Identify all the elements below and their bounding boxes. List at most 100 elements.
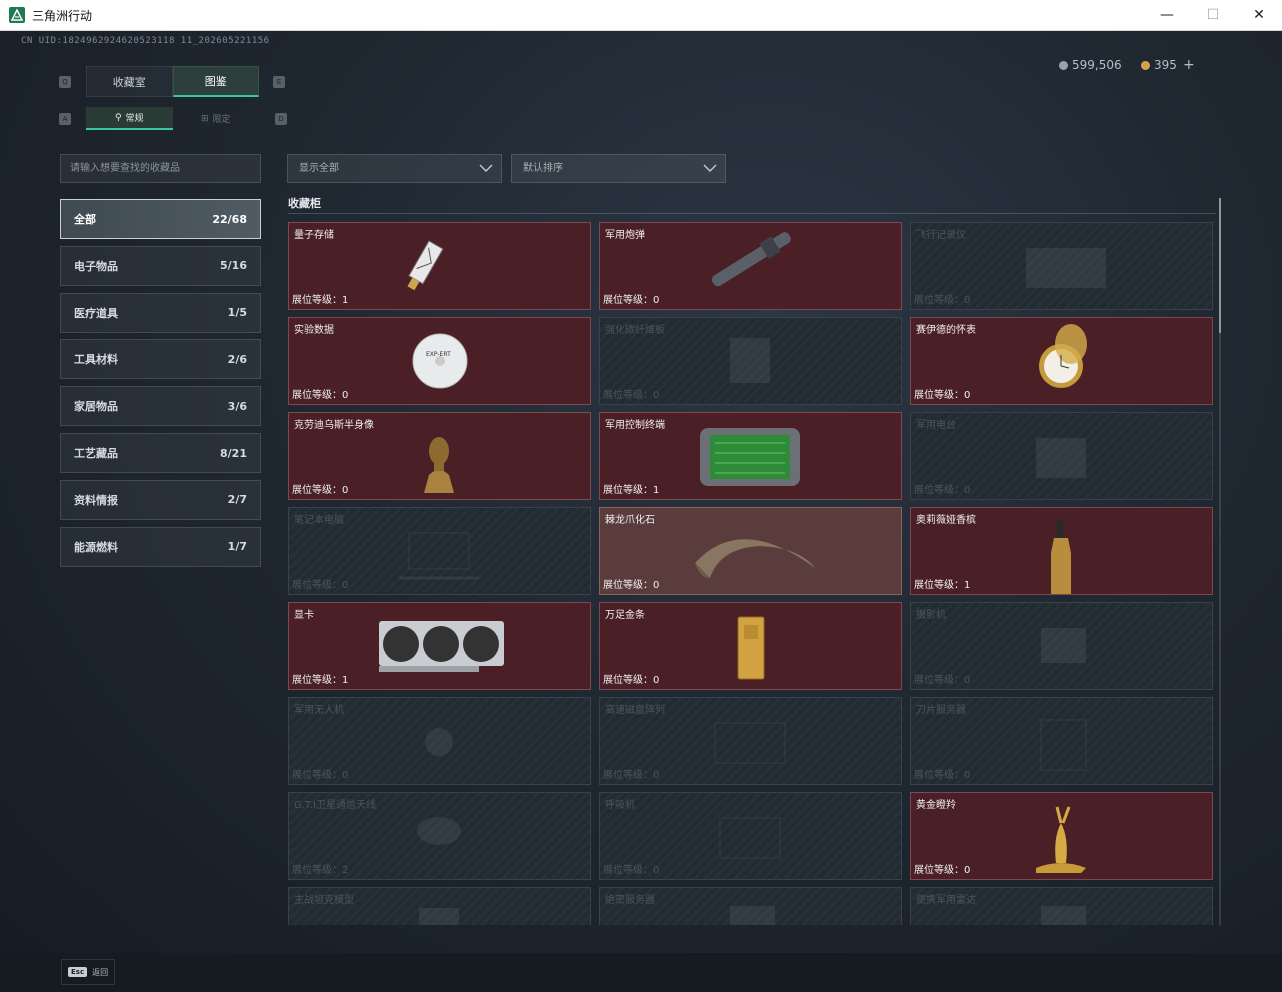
- close-button[interactable]: ✕: [1236, 0, 1282, 30]
- category-item[interactable]: 全部 22/68: [60, 199, 261, 239]
- item-name: 主战坦克模型: [294, 895, 354, 906]
- item-name: 万足金条: [605, 610, 645, 621]
- collection-card[interactable]: EXP-ERT 实验数据 展位等级：0: [288, 317, 591, 405]
- item-name: 飞行记录仪: [916, 230, 966, 241]
- collection-card[interactable]: 主战坦克模型: [288, 887, 591, 925]
- collection-card[interactable]: 军用炮弹展位等级：0: [599, 222, 902, 310]
- tab-collection-room[interactable]: 收藏室: [86, 66, 173, 97]
- collection-card[interactable]: 棘龙爪化石 展位等级：0: [599, 507, 902, 595]
- maximize-button[interactable]: ☐: [1190, 0, 1236, 30]
- category-label: 全部: [74, 213, 96, 226]
- item-level: 展位等级：0: [914, 390, 971, 401]
- category-count: 5/16: [220, 259, 247, 273]
- category-item[interactable]: 工具材料 2/6: [60, 339, 261, 380]
- category-count: 1/7: [227, 540, 247, 554]
- limited-icon: ⊞: [200, 113, 209, 124]
- category-count: 2/7: [227, 493, 247, 507]
- collection-card[interactable]: 万足金条 展位等级：0: [599, 602, 902, 690]
- sort-dropdown[interactable]: 默认排序: [511, 154, 726, 183]
- collection-card[interactable]: 军用电台 展位等级：0: [910, 412, 1213, 500]
- collection-card[interactable]: 飞行记录仪 展位等级：0: [910, 222, 1213, 310]
- collection-card[interactable]: 克劳迪乌斯半身像 展位等级：0: [288, 412, 591, 500]
- collection-card[interactable]: 显卡 展位等级：1: [288, 602, 591, 690]
- item-level: 展位等级：1: [914, 580, 971, 591]
- item-name: 量子存储: [294, 230, 334, 241]
- collection-card[interactable]: 绝密服务器: [599, 887, 902, 925]
- collection-card[interactable]: 高速磁盘阵列 展位等级：0: [599, 697, 902, 785]
- item-name: 军用无人机: [294, 705, 344, 716]
- collection-card[interactable]: 赛伊德的怀表 展位等级：0: [910, 317, 1213, 405]
- category-label: 电子物品: [74, 259, 118, 273]
- sub-tabs: ⚲ 常规 ⊞ 限定: [86, 107, 259, 130]
- scrollbar-thumb[interactable]: [1219, 198, 1221, 333]
- subtab-regular[interactable]: ⚲ 常规: [86, 107, 173, 130]
- currency-gold-value: 395: [1154, 58, 1177, 72]
- category-item[interactable]: 电子物品 5/16: [60, 245, 261, 286]
- item-name: 赛伊德的怀表: [916, 325, 976, 336]
- bottom-bar: [0, 953, 1282, 992]
- item-level: 展位等级：2: [292, 865, 349, 876]
- item-name: 便携军用雷达: [916, 895, 976, 906]
- item-level: 展位等级：0: [914, 485, 971, 496]
- category-item[interactable]: 医疗道具 1/5: [60, 292, 261, 333]
- item-name: 克劳迪乌斯半身像: [294, 420, 374, 431]
- collection-card[interactable]: 呼吸机展位等级：0: [599, 792, 902, 880]
- window-title: 三角洲行动: [32, 9, 93, 23]
- collection-card[interactable]: 黄金瞪羚 展位等级：0: [910, 792, 1213, 880]
- app-logo-icon: [9, 7, 25, 23]
- search-input[interactable]: 请输入想要查找的收藏品: [60, 154, 261, 183]
- item-name: G.T.I卫星通信天线: [294, 800, 376, 811]
- collection-card[interactable]: 军用控制终端 展位等级：1: [599, 412, 902, 500]
- collection-card[interactable]: 军用无人机 展位等级：0: [288, 697, 591, 785]
- item-level: 展位等级：0: [914, 675, 971, 686]
- item-name: 军用炮弹: [605, 230, 645, 241]
- item-name: 显卡: [294, 610, 314, 621]
- item-name: 实验数据: [294, 325, 334, 336]
- category-count: 8/21: [220, 446, 247, 460]
- subtab-limited[interactable]: ⊞ 限定: [173, 107, 260, 130]
- collection-card[interactable]: 量子存储 展位等级：1: [288, 222, 591, 310]
- collection-card[interactable]: 刀片服务器 展位等级：0: [910, 697, 1213, 785]
- item-level: 展位等级：0: [603, 295, 660, 306]
- collection-card[interactable]: 强化碳纤维板 展位等级：0: [599, 317, 902, 405]
- category-count: 3/6: [227, 399, 247, 413]
- item-name: 高速磁盘阵列: [605, 705, 665, 716]
- chevron-down-icon: [479, 164, 493, 172]
- item-name: 黄金瞪羚: [916, 800, 956, 811]
- category-count: 1/5: [227, 306, 247, 320]
- flask-icon: ⚲: [114, 112, 122, 123]
- item-level: 展位等级：1: [603, 485, 660, 496]
- show-filter-dropdown[interactable]: 显示全部: [287, 154, 502, 183]
- collection-card[interactable]: 便携军用雷达: [910, 887, 1213, 925]
- key-e-hint: E: [273, 76, 285, 88]
- item-level: 展位等级：0: [603, 580, 660, 591]
- item-level: 展位等级：0: [603, 865, 660, 876]
- category-item[interactable]: 工艺藏品 8/21: [60, 433, 261, 473]
- subtab-regular-label: 常规: [125, 114, 144, 124]
- add-currency-button[interactable]: +: [1183, 57, 1195, 73]
- item-level: 展位等级：0: [292, 485, 349, 496]
- category-item[interactable]: 能源燃料 1/7: [60, 526, 261, 567]
- item-name: 呼吸机: [605, 800, 635, 811]
- category-item[interactable]: 资料情报 2/7: [60, 479, 261, 520]
- key-a-hint: A: [59, 113, 71, 125]
- chevron-down-icon: [703, 164, 717, 172]
- category-count: 22/68: [212, 212, 247, 226]
- tab-catalog[interactable]: 图鉴: [172, 66, 259, 97]
- item-level: 展位等级：0: [914, 770, 971, 781]
- collection-card[interactable]: 奥莉薇娅香槟 展位等级：1: [910, 507, 1213, 595]
- currency-gold: 395: [1141, 58, 1177, 72]
- category-item[interactable]: 家居物品 3/6: [60, 386, 261, 427]
- game-view: CN UID:1824962924620523118 11_2026052211…: [0, 31, 1282, 992]
- minimize-button[interactable]: —: [1144, 0, 1190, 30]
- silver-coin-icon: [1059, 60, 1068, 70]
- collection-card[interactable]: 摄影机 展位等级：0: [910, 602, 1213, 690]
- category-label: 资料情报: [74, 493, 118, 507]
- collection-card[interactable]: G.T.I卫星通信天线 展位等级：2: [288, 792, 591, 880]
- back-button[interactable]: Esc 返回: [61, 959, 115, 985]
- item-level: 展位等级：0: [603, 390, 660, 401]
- svg-text:EXP-ERT: EXP-ERT: [426, 351, 451, 358]
- category-label: 医疗道具: [74, 306, 118, 320]
- gold-coin-icon: [1141, 60, 1150, 70]
- collection-card[interactable]: 笔记本电脑 展位等级：0: [288, 507, 591, 595]
